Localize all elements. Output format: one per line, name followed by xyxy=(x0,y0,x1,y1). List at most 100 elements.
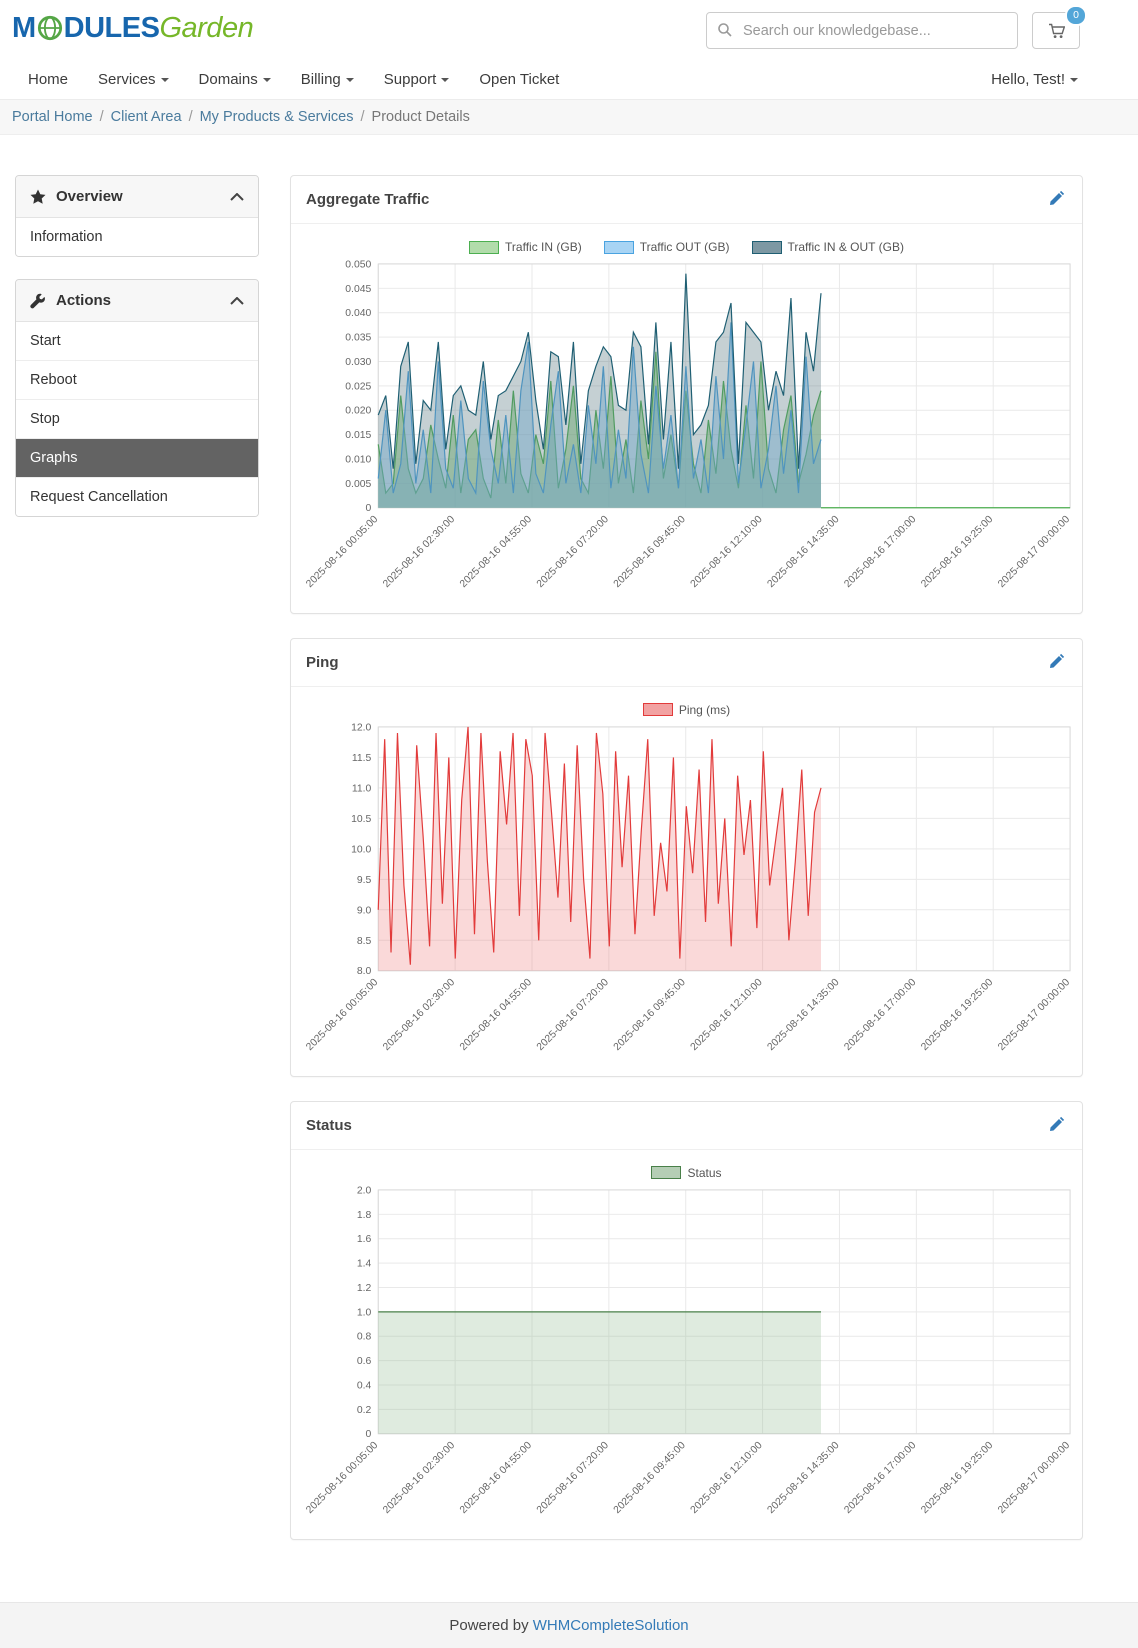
wrench-icon xyxy=(30,293,45,308)
main-column: Aggregate Traffic Traffic IN (GB) Traffic… xyxy=(290,175,1083,1564)
pencil-icon xyxy=(1050,1116,1065,1131)
chart-card-header: Ping xyxy=(291,639,1082,687)
ping-card: Ping Ping (ms) 8.0 8.5 9.0 9.5 10.0 10.5 11.0 1… xyxy=(290,637,1083,1077)
svg-text:2025-08-16 17:00:00: 2025-08-16 17:00:00 xyxy=(842,514,918,590)
top-header: M DULESGarden 0 xyxy=(0,0,1138,59)
search-wrap xyxy=(706,12,1018,49)
caret-down-icon xyxy=(441,77,450,82)
svg-text:2025-08-16 14:35:00: 2025-08-16 14:35:00 xyxy=(766,977,842,1053)
svg-text:2025-08-16 00:05:00: 2025-08-16 00:05:00 xyxy=(304,514,380,590)
svg-text:2025-08-16 19:25:00: 2025-08-16 19:25:00 xyxy=(919,977,995,1053)
svg-text:2025-08-16 00:05:00: 2025-08-16 00:05:00 xyxy=(304,1440,380,1516)
nav-item-domains[interactable]: Domains xyxy=(199,71,271,88)
svg-text:0: 0 xyxy=(366,1429,372,1440)
page: M DULESGarden 0 Home Services Domains Bil… xyxy=(0,0,1138,1648)
logo-text-m: M xyxy=(12,12,36,44)
actions-panel-header[interactable]: Actions xyxy=(16,280,258,322)
star-icon xyxy=(30,189,46,204)
breadcrumb-portal-home[interactable]: Portal Home xyxy=(12,109,93,125)
ping-chart: 8.0 8.5 9.0 9.5 10.0 10.5 11.0 11.5 12.0 2025-08-… xyxy=(304,722,1072,1053)
legend-swatch xyxy=(642,703,673,717)
chart-legend: Ping (ms) xyxy=(293,703,1080,717)
sidebar-item-request-cancellation[interactable]: Request Cancellation xyxy=(16,477,258,516)
svg-text:2025-08-16 12:10:00: 2025-08-16 12:10:00 xyxy=(689,977,765,1053)
svg-text:10.5: 10.5 xyxy=(351,814,371,825)
search-icon xyxy=(718,23,732,37)
svg-text:12.0: 12.0 xyxy=(351,722,371,733)
status-card: Status Status 0 0.2 0.4 0.6 0.8 1.0 1.2 1.4 1.6 1… xyxy=(290,1100,1083,1540)
nav-item-billing[interactable]: Billing xyxy=(301,71,354,88)
sidebar-item-reboot[interactable]: Reboot xyxy=(16,360,258,399)
svg-text:0.045: 0.045 xyxy=(345,284,371,295)
svg-text:1.2: 1.2 xyxy=(357,1283,372,1294)
chart-card-header: Status xyxy=(291,1102,1082,1150)
edit-chart-button[interactable] xyxy=(1047,188,1067,211)
actions-panel-title: Actions xyxy=(56,292,112,309)
svg-text:0.030: 0.030 xyxy=(345,357,371,368)
svg-text:0.050: 0.050 xyxy=(345,259,371,270)
sidebar-item-start[interactable]: Start xyxy=(16,322,258,360)
logo[interactable]: M DULESGarden xyxy=(12,12,254,49)
whmcs-link[interactable]: WHMCompleteSolution xyxy=(533,1617,689,1634)
svg-text:2025-08-16 02:30:00: 2025-08-16 02:30:00 xyxy=(381,1440,457,1516)
chart-card-header: Aggregate Traffic xyxy=(291,176,1082,224)
svg-text:0.010: 0.010 xyxy=(345,454,371,465)
nav-item-support[interactable]: Support xyxy=(384,71,450,88)
nav-item-home[interactable]: Home xyxy=(28,71,68,88)
cart-icon xyxy=(1048,23,1065,38)
edit-chart-button[interactable] xyxy=(1047,651,1067,674)
breadcrumb-separator: / xyxy=(188,109,193,125)
chevron-up-icon xyxy=(230,292,244,309)
footer-text: Powered by xyxy=(449,1616,529,1634)
breadcrumb-separator: / xyxy=(360,109,365,125)
nav-item-open-ticket[interactable]: Open Ticket xyxy=(479,71,559,88)
svg-text:2.0: 2.0 xyxy=(357,1185,372,1196)
chart-body: Status 0 0.2 0.4 0.6 0.8 1.0 1.2 1.4 1.6 1.8 2.0 20… xyxy=(291,1150,1082,1539)
legend-swatch xyxy=(469,240,500,254)
svg-text:0.015: 0.015 xyxy=(345,430,371,441)
user-menu[interactable]: Hello, Test! xyxy=(991,71,1078,88)
caret-down-icon xyxy=(1070,77,1078,82)
overview-panel-header[interactable]: Overview xyxy=(16,176,258,218)
navbar: Home Services Domains Billing Support Op… xyxy=(0,59,1138,100)
content: Overview Information Actions Start Reboo… xyxy=(15,175,1138,1564)
legend-item: Traffic IN (GB) xyxy=(469,240,582,254)
nav-item-services[interactable]: Services xyxy=(98,71,169,88)
svg-text:0: 0 xyxy=(366,503,372,514)
edit-chart-button[interactable] xyxy=(1047,1114,1067,1137)
legend-item: Ping (ms) xyxy=(642,703,730,717)
chart-legend: Traffic IN (GB) Traffic OUT (GB) Traffic I… xyxy=(293,240,1080,254)
overview-panel: Overview Information xyxy=(15,175,259,257)
legend-item: Status xyxy=(651,1166,722,1180)
svg-text:8.0: 8.0 xyxy=(357,966,372,977)
chart-title: Aggregate Traffic xyxy=(306,191,430,208)
cart-button[interactable]: 0 xyxy=(1032,5,1087,49)
pencil-icon xyxy=(1050,190,1065,205)
svg-text:8.5: 8.5 xyxy=(357,936,372,947)
svg-text:9.0: 9.0 xyxy=(357,905,372,916)
breadcrumb-client-area[interactable]: Client Area xyxy=(111,109,182,125)
sidebar: Overview Information Actions Start Reboo… xyxy=(15,175,259,539)
svg-text:2025-08-16 14:35:00: 2025-08-16 14:35:00 xyxy=(766,1440,842,1516)
svg-text:2025-08-16 02:30:00: 2025-08-16 02:30:00 xyxy=(381,977,457,1053)
svg-text:0.6: 0.6 xyxy=(357,1356,372,1367)
svg-text:0.040: 0.040 xyxy=(345,308,371,319)
search-input[interactable] xyxy=(706,12,1018,49)
svg-text:0.020: 0.020 xyxy=(345,406,371,417)
sidebar-item-graphs[interactable]: Graphs xyxy=(16,438,258,477)
breadcrumb-my-products[interactable]: My Products & Services xyxy=(200,109,354,125)
sidebar-item-information[interactable]: Information xyxy=(16,218,258,256)
svg-text:2025-08-16 12:10:00: 2025-08-16 12:10:00 xyxy=(689,1440,765,1516)
breadcrumb: Portal Home / Client Area / My Products & Se… xyxy=(0,100,1138,135)
sidebar-item-stop[interactable]: Stop xyxy=(16,399,258,438)
svg-text:2025-08-17 00:00:00: 2025-08-17 00:00:00 xyxy=(996,1440,1072,1516)
overview-panel-title: Overview xyxy=(56,188,123,205)
pencil-icon xyxy=(1050,653,1065,668)
legend-swatch xyxy=(651,1166,682,1180)
actions-panel: Actions Start Reboot Stop Graphs Request… xyxy=(15,279,259,517)
svg-text:1.6: 1.6 xyxy=(357,1234,372,1245)
svg-text:0.8: 0.8 xyxy=(357,1331,372,1342)
legend-swatch xyxy=(751,240,782,254)
svg-text:2025-08-16 07:20:00: 2025-08-16 07:20:00 xyxy=(535,1440,611,1516)
breadcrumb-separator: / xyxy=(99,109,104,125)
